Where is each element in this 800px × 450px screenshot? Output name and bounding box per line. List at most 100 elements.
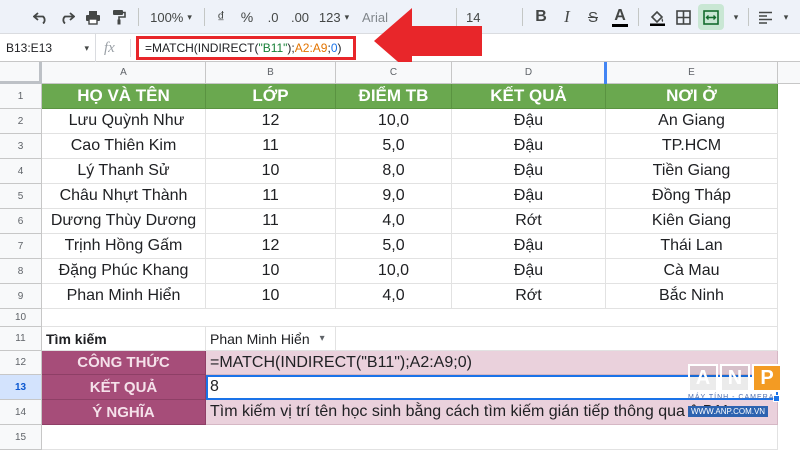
horizontal-align-icon[interactable]	[754, 0, 776, 34]
logo-website: WWW.ANP.COM.VN	[688, 406, 769, 417]
cell-name[interactable]: Lý Thanh Sử	[42, 159, 206, 184]
row-header-6[interactable]: 6	[0, 209, 42, 234]
cell-result[interactable]: Đậu	[452, 134, 606, 159]
row-header-10[interactable]: 10	[0, 309, 42, 327]
cell-class[interactable]: 11	[206, 209, 336, 234]
header-cell-class[interactable]: LỚP	[206, 84, 336, 109]
header-cell-score[interactable]: ĐIỂM TB	[336, 84, 452, 109]
cell-score[interactable]: 5,0	[336, 234, 452, 259]
empty-row[interactable]	[42, 425, 778, 450]
row-header-12[interactable]: 12	[0, 351, 42, 375]
redo-icon[interactable]	[56, 0, 78, 34]
empty-row[interactable]	[42, 309, 778, 327]
cell-name[interactable]: Dương Thùy Dương	[42, 209, 206, 234]
bold-button[interactable]: B	[530, 0, 552, 34]
cell-score[interactable]: 9,0	[336, 184, 452, 209]
empty-cell[interactable]	[336, 327, 778, 351]
text-color-button[interactable]: A	[608, 0, 632, 34]
header-cell-name[interactable]: HỌ VÀ TÊN	[42, 84, 206, 109]
row-header-15[interactable]: 15	[0, 425, 42, 450]
column-header-f[interactable]	[778, 62, 800, 84]
number-format-select[interactable]: 123 ▾	[314, 0, 354, 34]
cell-score[interactable]: 5,0	[336, 134, 452, 159]
cell-place[interactable]: Kiên Giang	[606, 209, 778, 234]
header-cell-place[interactable]: NƠI Ở	[606, 84, 778, 109]
cell-score[interactable]: 4,0	[336, 209, 452, 234]
undo-icon[interactable]	[30, 0, 52, 34]
cell-place[interactable]: Tiền Giang	[606, 159, 778, 184]
decrease-decimal-button[interactable]: .0	[260, 0, 286, 34]
row-header-13[interactable]: 13	[0, 375, 42, 400]
cell-place[interactable]: Bắc Ninh	[606, 284, 778, 309]
cell-result[interactable]: Đậu	[452, 259, 606, 284]
column-header-a[interactable]: A	[42, 62, 206, 84]
cell-result[interactable]: Rớt	[452, 284, 606, 309]
formula-input[interactable]: =MATCH(INDIRECT("B11");A2:A9;0)	[136, 36, 356, 60]
cell-result[interactable]: Rớt	[452, 209, 606, 234]
cell-result[interactable]: Đậu	[452, 109, 606, 134]
row-header-7[interactable]: 7	[0, 234, 42, 259]
column-resize-handle[interactable]	[604, 62, 607, 84]
row-header-9[interactable]: 9	[0, 284, 42, 309]
cell-class[interactable]: 12	[206, 109, 336, 134]
column-header-e[interactable]: E	[606, 62, 778, 84]
row-header-2[interactable]: 2	[0, 109, 42, 134]
italic-button[interactable]: I	[556, 0, 578, 34]
cell-class[interactable]: 11	[206, 184, 336, 209]
toolbar-separator	[638, 8, 639, 26]
cell-name[interactable]: Châu Nhựt Thành	[42, 184, 206, 209]
cell-result[interactable]: Đậu	[452, 234, 606, 259]
increase-decimal-button[interactable]: .00	[286, 0, 314, 34]
zoom-select[interactable]: 100% ▾	[146, 0, 196, 34]
row-header-5[interactable]: 5	[0, 184, 42, 209]
search-dropdown[interactable]: Phan Minh Hiển ▾	[206, 327, 336, 351]
select-all-corner[interactable]	[0, 62, 42, 84]
cell-place[interactable]: Thái Lan	[606, 234, 778, 259]
cell-result[interactable]: Đậu	[452, 159, 606, 184]
column-header-d[interactable]: D	[452, 62, 606, 84]
cell-score[interactable]: 10,0	[336, 259, 452, 284]
cell-place[interactable]: Cà Mau	[606, 259, 778, 284]
cell-place[interactable]: TP.HCM	[606, 134, 778, 159]
fill-color-icon[interactable]	[646, 0, 668, 34]
percent-format-button[interactable]: %	[236, 0, 258, 34]
row-header-3[interactable]: 3	[0, 134, 42, 159]
column-header-c[interactable]: C	[336, 62, 452, 84]
cell-result[interactable]: Đậu	[452, 184, 606, 209]
chevron-down-icon: ▾	[319, 333, 325, 344]
row-header-4[interactable]: 4	[0, 159, 42, 184]
cell-class[interactable]: 11	[206, 134, 336, 159]
merge-type-chevron-icon[interactable]: ▾	[728, 0, 744, 34]
cell-class[interactable]: 12	[206, 234, 336, 259]
header-cell-result[interactable]: KẾT QUẢ	[452, 84, 606, 109]
cell-class[interactable]: 10	[206, 259, 336, 284]
cell-place[interactable]: Đồng Tháp	[606, 184, 778, 209]
row-header-11[interactable]: 11	[0, 327, 42, 351]
cell-score[interactable]: 10,0	[336, 109, 452, 134]
cell-name[interactable]: Cao Thiên Kim	[42, 134, 206, 159]
cell-name[interactable]: Lưu Quỳnh Như	[42, 109, 206, 134]
cell-name[interactable]: Phan Minh Hiển	[42, 284, 206, 309]
print-icon[interactable]	[82, 0, 104, 34]
formula-label: CÔNG THỨC	[42, 351, 206, 375]
strikethrough-button[interactable]: S	[582, 0, 604, 34]
cell-score[interactable]: 4,0	[336, 284, 452, 309]
cell-score[interactable]: 8,0	[336, 159, 452, 184]
cell-name[interactable]: Đặng Phúc Khang	[42, 259, 206, 284]
borders-icon[interactable]	[672, 0, 694, 34]
column-header-b[interactable]: B	[206, 62, 336, 84]
merge-cells-icon[interactable]	[698, 4, 724, 30]
paint-format-icon[interactable]	[108, 0, 130, 34]
row-header-1[interactable]: 1	[0, 84, 42, 109]
cell-name[interactable]: Trịnh Hồng Gấm	[42, 234, 206, 259]
align-chevron-icon[interactable]: ▾	[778, 0, 794, 34]
cell-class[interactable]: 10	[206, 159, 336, 184]
cell-class[interactable]: 10	[206, 284, 336, 309]
chevron-down-icon: ▾	[84, 43, 89, 53]
toolbar-separator	[138, 8, 139, 26]
currency-format-button[interactable]: ₫	[210, 0, 232, 34]
row-header-8[interactable]: 8	[0, 259, 42, 284]
cell-place[interactable]: An Giang	[606, 109, 778, 134]
row-header-14[interactable]: 14	[0, 400, 42, 425]
name-box[interactable]: B13:E13 ▾	[0, 34, 96, 62]
